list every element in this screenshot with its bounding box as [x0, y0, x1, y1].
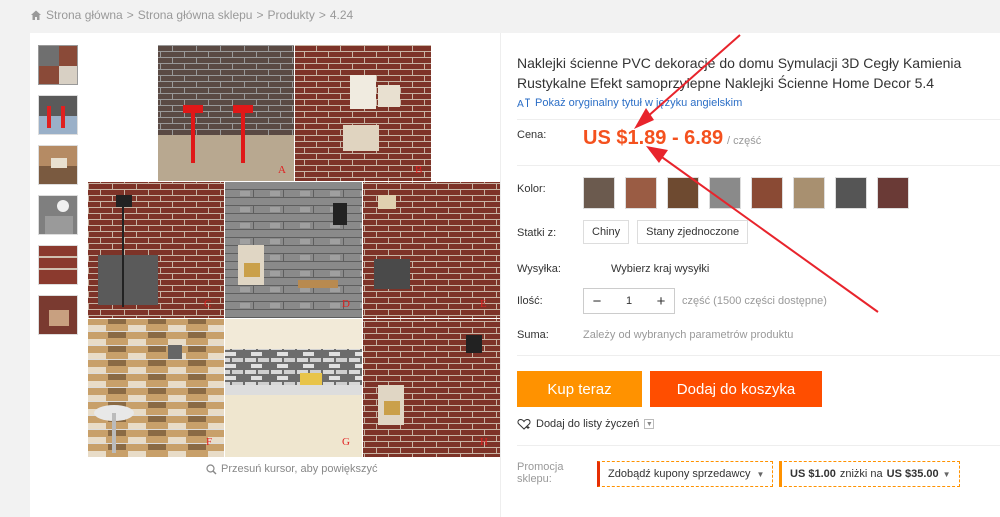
breadcrumb-current: 4.24	[329, 8, 354, 22]
color-swatch[interactable]	[667, 177, 699, 209]
breadcrumb-store-home[interactable]: Strona główna sklepu	[138, 8, 253, 22]
product-title: Naklejki ścienne PVC dekoracje do domu S…	[517, 55, 962, 91]
shipping-country-select[interactable]: Wybierz kraj wysyłki	[611, 263, 709, 275]
divider	[517, 445, 1000, 446]
divider	[517, 165, 1000, 166]
discount-text: zniżki na	[839, 468, 883, 480]
discount-amount: US $1.00	[790, 468, 836, 480]
thumbnail[interactable]	[38, 95, 78, 135]
thumbnail[interactable]	[38, 45, 78, 85]
tile-letter: H	[480, 436, 488, 448]
zoom-hint-text: Przesuń kursor, aby powiększyć	[221, 463, 378, 475]
main-product-image[interactable]: A B C D E F G H	[88, 45, 500, 457]
thumbnail[interactable]	[38, 245, 78, 285]
wishlist-link[interactable]: Dodaj do listy życzeń ▼	[517, 418, 655, 430]
ships-from-options: Chiny Stany zjednoczone	[583, 220, 749, 244]
ships-from-china[interactable]: Chiny	[583, 220, 630, 244]
tile-letter: B	[415, 164, 422, 176]
chevron-down-icon[interactable]: ▼	[644, 419, 655, 429]
home-icon[interactable]	[30, 9, 42, 21]
store-promo-label: Promocja sklepu:	[517, 461, 564, 485]
translate-link-text[interactable]: Pokaż oryginalny tytuł w języku angielsk…	[535, 97, 742, 109]
breadcrumb: Strona główna > Strona główna sklepu > P…	[30, 8, 353, 22]
translate-title-link[interactable]: A Pokaż oryginalny tytuł w języku angiel…	[517, 97, 742, 109]
color-swatches	[583, 177, 909, 209]
svg-text:A: A	[517, 99, 524, 109]
product-page: Strona główna > Strona główna sklepu > P…	[0, 0, 1000, 517]
discount-threshold: US $35.00	[886, 468, 939, 480]
store-discount-dropdown[interactable]: US $1.00 zniżki na US $35.00 ▼	[779, 461, 960, 487]
thumbnail[interactable]	[38, 295, 78, 335]
wishlist-text[interactable]: Dodaj do listy życzeń	[536, 418, 639, 430]
quantity-availability: część (1500 części dostępne)	[682, 295, 827, 307]
ships-from-label: Statki z:	[517, 227, 557, 239]
heart-icon	[517, 418, 531, 430]
price-label: Cena:	[517, 129, 547, 141]
breadcrumb-home[interactable]: Strona główna	[46, 8, 123, 22]
quantity-label: Ilość:	[517, 295, 543, 307]
magnifier-icon	[206, 463, 217, 474]
shipping-label: Wysyłka:	[517, 263, 561, 275]
divider	[517, 119, 1000, 120]
total-label: Suma:	[517, 329, 549, 341]
color-swatch[interactable]	[877, 177, 909, 209]
breadcrumb-separator: >	[256, 8, 264, 22]
quantity-increase-button[interactable]: +	[648, 289, 674, 313]
buy-now-button[interactable]: Kup teraz	[517, 371, 642, 407]
color-swatch[interactable]	[625, 177, 657, 209]
tile-letter: C	[204, 298, 211, 310]
caret-down-icon: ▼	[756, 469, 765, 479]
color-swatch[interactable]	[793, 177, 825, 209]
quantity-input[interactable]: 1	[610, 295, 648, 307]
add-to-cart-button[interactable]: Dodaj do koszyka	[650, 371, 822, 407]
thumbnail[interactable]	[38, 195, 78, 235]
coupon-text[interactable]: Zdobądź kupony sprzedawcy	[608, 468, 750, 480]
seller-coupons-dropdown[interactable]: Zdobądź kupony sprzedawcy ▼	[597, 461, 774, 487]
tile-letter: E	[480, 298, 487, 310]
divider	[500, 33, 501, 517]
thumbnail[interactable]	[38, 145, 78, 185]
price-value: US $1.89 - 6.89	[583, 127, 724, 149]
divider	[517, 355, 1000, 356]
thumbnail-strip	[38, 45, 82, 345]
tile-letter: F	[206, 436, 212, 448]
caret-down-icon: ▼	[942, 469, 951, 479]
tile-letter: G	[342, 436, 350, 448]
price-unit: / część	[727, 135, 762, 147]
ships-from-usa[interactable]: Stany zjednoczone	[637, 220, 749, 244]
total-value: Zależy od wybranych parametrów produktu	[583, 329, 794, 341]
breadcrumb-separator: >	[126, 8, 134, 22]
color-swatch[interactable]	[751, 177, 783, 209]
zoom-hint: Przesuń kursor, aby powiększyć	[206, 463, 378, 475]
quantity-stepper: − 1 +	[583, 288, 675, 314]
color-swatch[interactable]	[583, 177, 615, 209]
color-swatch[interactable]	[709, 177, 741, 209]
breadcrumb-separator: >	[318, 8, 326, 22]
translate-icon: A	[517, 98, 530, 109]
tile-letter: A	[278, 164, 286, 176]
tile-letter: D	[342, 298, 350, 310]
product-panel: A B C D E F G H Przesuń kursor, aby powi…	[30, 33, 1000, 517]
breadcrumb-products[interactable]: Produkty	[268, 8, 315, 22]
color-swatch[interactable]	[835, 177, 867, 209]
color-label: Kolor:	[517, 183, 546, 195]
quantity-decrease-button[interactable]: −	[584, 289, 610, 313]
